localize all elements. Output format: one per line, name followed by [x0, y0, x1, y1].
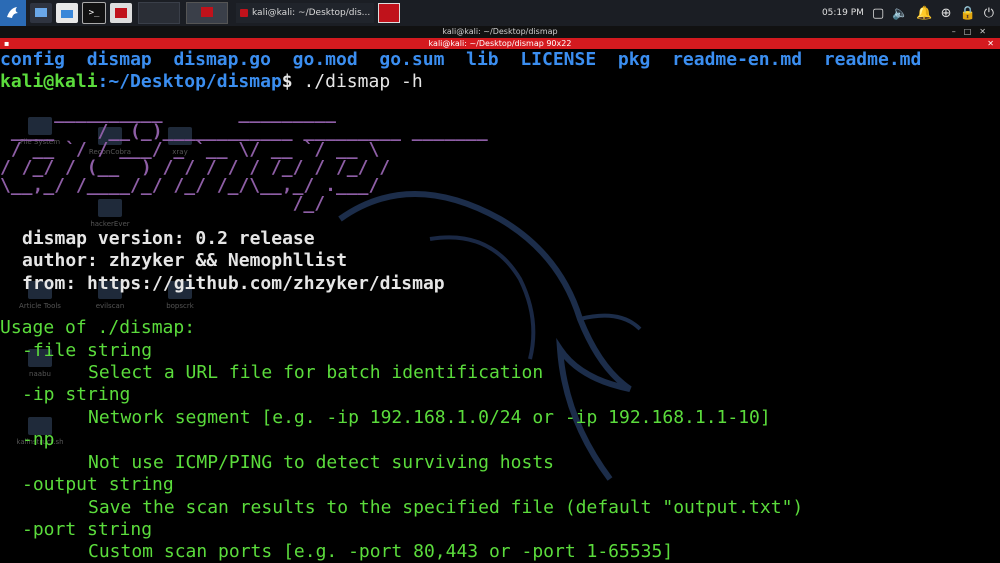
browser-icon: [115, 8, 127, 18]
lock-icon[interactable]: 🔒: [960, 7, 976, 20]
option-flag: -np: [22, 429, 55, 450]
terminal-icon: >_: [88, 8, 100, 18]
system-tray: 05:19 PM ▢ 🔈 🔔 ⊕ 🔒 ⏻: [822, 0, 994, 26]
window-controls: –□✕: [952, 26, 994, 38]
file-manager-button[interactable]: [56, 3, 78, 23]
notification-bell-icon[interactable]: 🔔: [916, 7, 932, 20]
shell-prompt-line: kali@kali:~/Desktop/dismap$ ./dismap -h: [0, 71, 423, 93]
dismap-ascii-banner: __________ _________ ____ /__(_)________…: [0, 105, 499, 213]
prompt-path: :~/Desktop/dismap: [97, 71, 282, 92]
clock[interactable]: 05:19 PM: [822, 8, 864, 18]
option-description: Select a URL file for batch identificati…: [88, 362, 544, 383]
ls-item: go.sum: [379, 49, 445, 70]
kali-dragon-icon: [7, 7, 18, 18]
ls-item: readme.md: [823, 49, 922, 70]
ls-item: pkg: [617, 49, 651, 70]
workspace-1[interactable]: [138, 2, 180, 24]
desktop-icon: [35, 8, 47, 17]
terminal-window-icon: [240, 9, 248, 17]
from-line: from: https://github.com/zhzyker/dismap: [22, 273, 445, 294]
terminal-output[interactable]: File System ReconCobra xray hackerEver k…: [0, 49, 1000, 563]
browser-launcher-button[interactable]: [110, 3, 132, 23]
window-titlebar[interactable]: kali@kali: ~/Desktop/dismap –□✕: [0, 26, 1000, 38]
update-icon[interactable]: ⊕: [941, 7, 952, 20]
taskbar-terminal-item[interactable]: kali@kali: ~/Desktop/dis...: [236, 3, 375, 23]
ls-output: config dismap dismap.go go.mod go.sum li…: [0, 49, 921, 71]
option-description: Network segment [e.g. -ip 192.168.1.0/24…: [88, 407, 771, 428]
option-description: Custom scan ports [e.g. -port 80,443 or …: [88, 541, 674, 562]
kali-menu-button[interactable]: [0, 0, 26, 26]
folder-icon: [61, 10, 73, 18]
volume-icon[interactable]: 🔈: [892, 7, 908, 20]
ls-item: LICENSE: [520, 49, 597, 70]
option-description: Not use ICMP/PING to detect surviving ho…: [88, 452, 554, 473]
usage-heading: Usage of ./dismap:: [0, 317, 196, 338]
terminal-launcher-button[interactable]: >_: [82, 2, 106, 24]
tab-close-icon[interactable]: ✕: [987, 38, 994, 49]
power-icon[interactable]: ⏻: [984, 7, 994, 20]
prompt-user: kali@kali: [0, 71, 98, 92]
maximize-button[interactable]: □: [964, 27, 980, 36]
show-desktop-button[interactable]: [30, 3, 52, 23]
ls-item: config: [0, 49, 66, 70]
option-flag: -output string: [22, 474, 174, 495]
window-icon[interactable]: ▢: [872, 7, 884, 20]
window-title: kali@kali: ~/Desktop/dismap: [442, 27, 558, 36]
close-button[interactable]: ✕: [979, 27, 994, 36]
workspace-2[interactable]: [186, 2, 228, 24]
option-flag: -file string: [22, 340, 153, 361]
minimize-button[interactable]: –: [952, 27, 964, 36]
author-line: author: zhzyker && Nemophllist: [22, 250, 348, 271]
option-flag: -port string: [22, 519, 153, 540]
version-line: dismap version: 0.2 release: [22, 228, 315, 249]
prompt-symbol: $: [281, 71, 293, 92]
prompt-command: ./dismap -h: [292, 71, 423, 92]
taskbar-task-title: kali@kali: ~/Desktop/dis...: [252, 8, 371, 18]
top-panel: >_ kali@kali: ~/Desktop/dis... 05:19 PM …: [0, 0, 1000, 26]
ls-item: readme-en.md: [672, 49, 803, 70]
ls-item: go.mod: [292, 49, 358, 70]
taskbar-second-item[interactable]: [378, 3, 401, 23]
ls-item: dismap.go: [173, 49, 271, 70]
ls-item: lib: [466, 49, 499, 70]
banner-line: /_/: [0, 193, 326, 214]
terminal-tab-bar[interactable]: ▪ kali@kali: ~/Desktop/dismap 90x22 ✕: [0, 38, 1000, 49]
tab-terminal-icon: ▪: [4, 39, 10, 48]
option-flag: -ip string: [22, 384, 131, 405]
ls-item: dismap: [86, 49, 152, 70]
tab-title: kali@kali: ~/Desktop/dismap 90x22: [428, 39, 572, 48]
option-description: Save the scan results to the specified f…: [88, 497, 804, 518]
